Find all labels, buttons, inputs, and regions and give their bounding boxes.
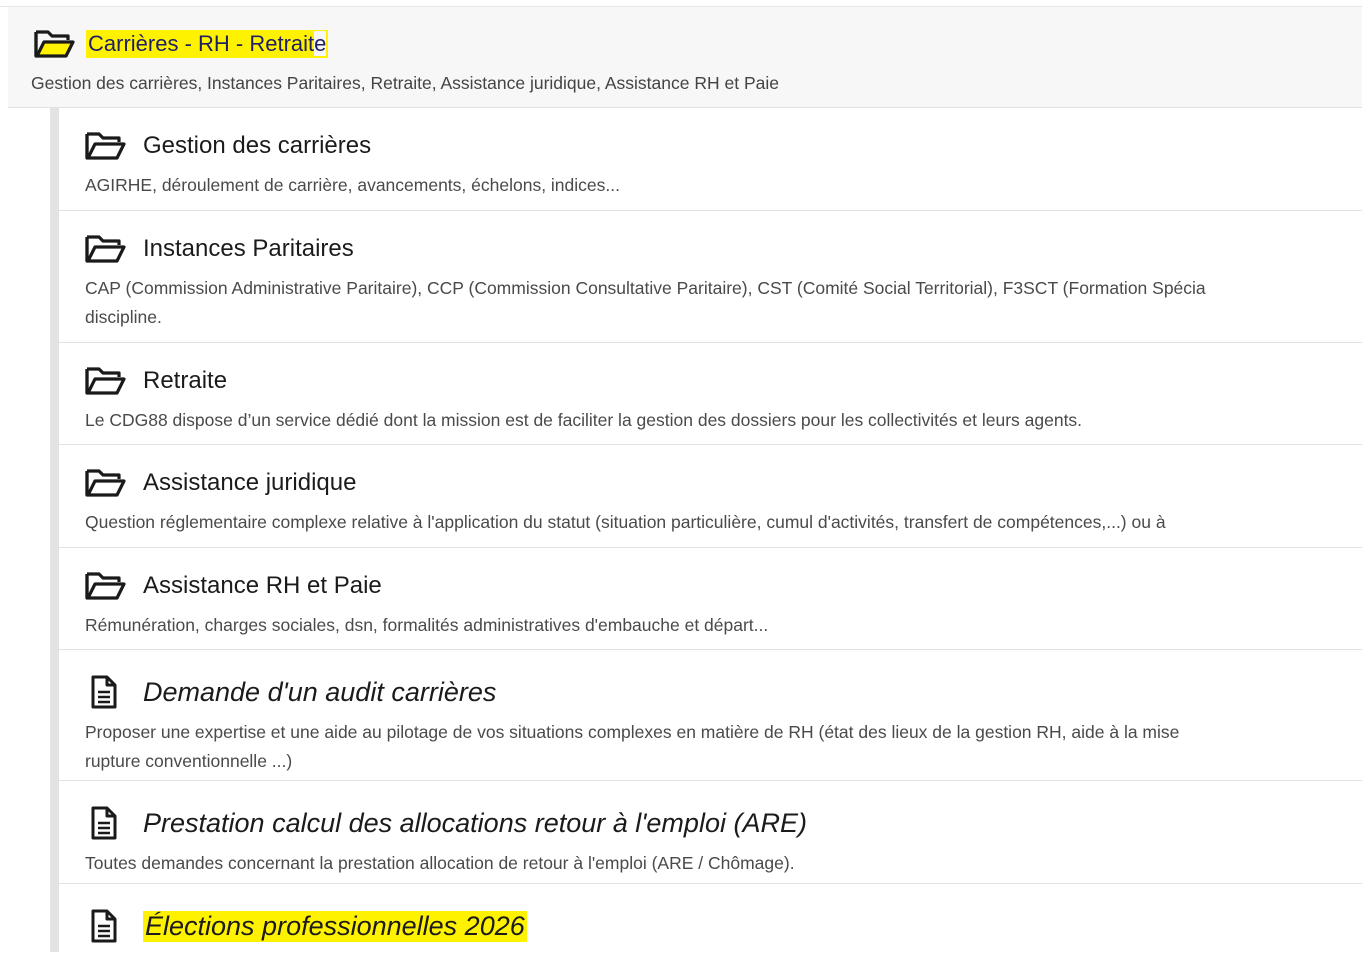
document-icon-graphic: [91, 675, 117, 709]
item-description: CAP (Commission Administrative Paritaire…: [85, 274, 1206, 332]
item-head[interactable]: Élections professionnelles 2026: [83, 908, 527, 944]
folder-open-icon: [83, 465, 127, 501]
item-description: Question réglementaire complexe relative…: [85, 508, 1166, 537]
folder-open-icon-graphic: [85, 132, 126, 160]
subcategory-item[interactable]: Instances Paritaires CAP (Commission Admi…: [59, 211, 1362, 343]
item-title-link[interactable]: Gestion des carrières: [143, 132, 371, 160]
item-title-link[interactable]: Assistance juridique: [143, 469, 356, 497]
item-description-line: Question réglementaire complexe relative…: [85, 512, 1166, 532]
document-icon: [83, 674, 127, 710]
item-title-link[interactable]: Demande d'un audit carrières: [143, 677, 496, 708]
subcategory-list: Gestion des carrières AGIRHE, déroulement…: [59, 108, 1362, 964]
folder-open-icon-graphic: [85, 469, 126, 497]
item-description: Rémunération, charges sociales, dsn, for…: [85, 611, 768, 640]
item-description: Toutes demandes concernant la prestation…: [85, 849, 795, 878]
subcategory-item[interactable]: Assistance juridique Question réglementai…: [59, 445, 1362, 548]
item-head[interactable]: Assistance juridique: [83, 465, 356, 501]
item-title-link[interactable]: Retraite: [143, 367, 227, 395]
document-icon: [83, 805, 127, 841]
item-description-line: CAP (Commission Administrative Paritaire…: [85, 278, 1206, 298]
folder-open-icon-graphic: [85, 572, 126, 600]
request-form-item[interactable]: Élections professionnelles 2026: [59, 884, 1362, 964]
item-head[interactable]: Retraite: [83, 363, 227, 399]
folder-open-icon-graphic: [85, 367, 126, 395]
subcategory-item[interactable]: Gestion des carrières AGIRHE, déroulement…: [59, 108, 1362, 211]
folder-open-icon: [83, 363, 127, 399]
request-form-item[interactable]: Demande d'un audit carrières Proposer une…: [59, 650, 1362, 781]
subcategory-item[interactable]: Retraite Le CDG88 dispose d’un service dé…: [59, 343, 1362, 445]
item-description-line: Toutes demandes concernant la prestation…: [85, 853, 795, 873]
item-description-line: rupture conventionnelle ...): [85, 751, 293, 771]
item-head[interactable]: Assistance RH et Paie: [83, 568, 382, 604]
folder-open-icon: [32, 26, 76, 62]
request-form-item[interactable]: Prestation calcul des allocations retour…: [59, 781, 1362, 884]
item-description-line: Proposer une expertise et une aide au pi…: [85, 722, 1180, 742]
document-icon: [83, 908, 127, 944]
document-icon-graphic: [91, 806, 117, 840]
category-title-tail: e: [314, 31, 327, 56]
item-head[interactable]: Prestation calcul des allocations retour…: [83, 805, 807, 841]
item-title-link[interactable]: Instances Paritaires: [143, 235, 354, 263]
item-title-link[interactable]: Prestation calcul des allocations retour…: [143, 808, 807, 839]
item-title-link[interactable]: Élections professionnelles 2026: [143, 910, 527, 942]
item-description-line: Le CDG88 dispose d’un service dédié dont…: [85, 410, 1083, 430]
category-description: Gestion des carrières, Instances Paritai…: [31, 73, 779, 93]
subcategory-item[interactable]: Assistance RH et Paie Rémunération, charg…: [59, 548, 1362, 650]
folder-open-icon: [83, 568, 127, 604]
document-icon-graphic: [91, 909, 117, 943]
item-head[interactable]: Demande d'un audit carrières: [83, 674, 496, 710]
item-description: Le CDG88 dispose d’un service dédié dont…: [85, 406, 1082, 435]
category-title-row[interactable]: Carrières - RH - Retraite: [32, 26, 329, 62]
item-description: Proposer une expertise et une aide au pi…: [85, 718, 1179, 776]
folder-open-icon: [83, 128, 127, 164]
folder-open-icon: [83, 231, 127, 267]
category-title-highlighted: Carrières - RH - Retrait: [88, 31, 315, 56]
item-description-line: Rémunération, charges sociales, dsn, for…: [85, 615, 769, 635]
item-head[interactable]: Instances Paritaires: [83, 231, 354, 267]
item-title-link[interactable]: Assistance RH et Paie: [143, 572, 382, 600]
item-description-line: discipline.: [85, 307, 162, 327]
category-title[interactable]: Carrières - RH - Retraite: [86, 30, 329, 58]
category-header[interactable]: Carrières - RH - Retraite Gestion des ca…: [8, 7, 1362, 108]
folder-open-icon-graphic: [85, 235, 126, 263]
item-description: AGIRHE, déroulement de carrière, avancem…: [85, 171, 620, 200]
item-head[interactable]: Gestion des carrières: [83, 128, 371, 164]
top-border: [0, 0, 1362, 7]
item-description-line: AGIRHE, déroulement de carrière, avancem…: [85, 175, 620, 195]
tree-indent-line: [50, 108, 59, 952]
